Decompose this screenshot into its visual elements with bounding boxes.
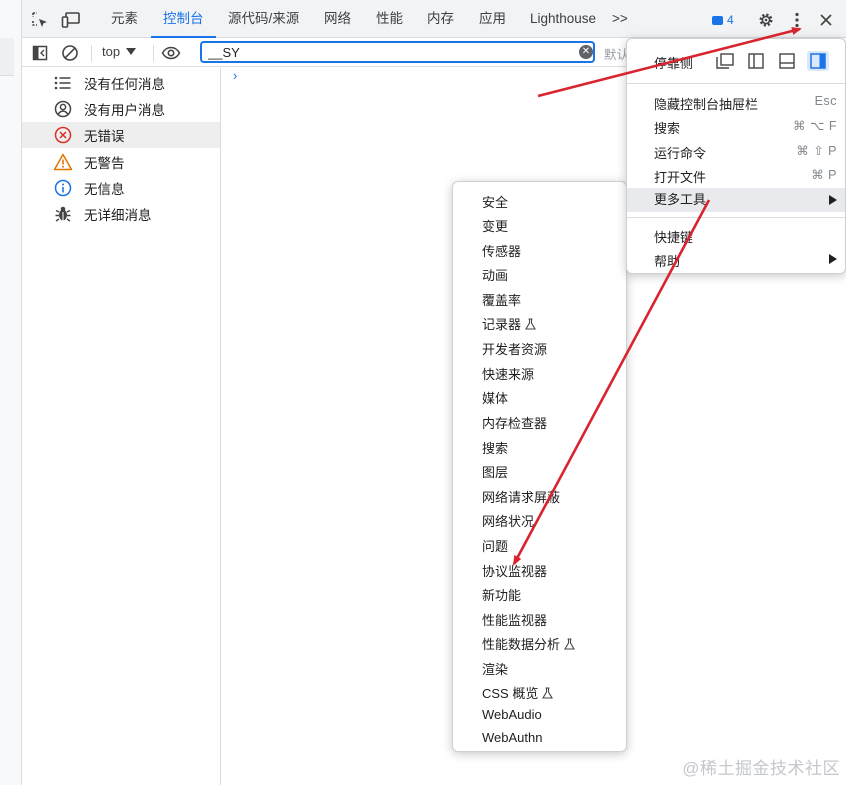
menu-item-help[interactable]: 帮助 <box>654 251 837 271</box>
user-circle-icon <box>53 99 73 119</box>
menu-item-changes[interactable]: 变更 <box>482 216 508 235</box>
issues-icon <box>712 15 723 25</box>
sidebar-item-label: 没有任何消息 <box>84 77 165 92</box>
error-icon <box>53 125 73 145</box>
issues-count: 4 <box>727 13 734 27</box>
menu-divider <box>627 83 845 84</box>
left-page-edge <box>0 0 22 785</box>
context-selector-value: top <box>102 44 121 59</box>
menu-item-quick-source[interactable]: 快速来源 <box>482 364 534 383</box>
menu-item-network-conditions[interactable]: 网络状况 <box>482 511 534 530</box>
dock-side-label: 停靠侧 <box>654 56 694 71</box>
issues-badge[interactable]: 4 <box>712 13 734 27</box>
kebab-menu-icon[interactable] <box>787 10 807 30</box>
shortcut-label: ⌘ P <box>811 168 837 182</box>
menu-item-recorder[interactable]: 记录器 <box>482 314 536 333</box>
tab-network[interactable]: 网络 <box>324 0 351 38</box>
menu-item-network-request-blocking[interactable]: 网络请求屏蔽 <box>482 487 560 506</box>
menu-item-performance-monitor[interactable]: 性能监视器 <box>482 610 547 629</box>
toolbar-divider <box>153 45 154 62</box>
menu-item-search[interactable]: 搜索 ⌘ ⌥ F <box>654 118 837 138</box>
tab-console[interactable]: 控制台 <box>151 0 215 38</box>
menu-item-sensors[interactable]: 传感器 <box>482 241 521 260</box>
tab-performance[interactable]: 性能 <box>376 0 403 38</box>
devtools-tabbar: 元素 控制台 源代码/来源 网络 性能 内存 应用 Lighthouse >> … <box>22 0 846 38</box>
tab-memory[interactable]: 内存 <box>427 0 454 38</box>
menu-item-layers[interactable]: 图层 <box>482 462 508 481</box>
sidebar-item-verbose[interactable]: 无详细消息 <box>22 201 220 227</box>
console-sidebar: 没有任何消息 没有用户消息 无错误 无警告 无信息 无详细消息 <box>22 68 221 785</box>
menu-item-webauthn[interactable]: WebAuthn <box>482 730 542 745</box>
menu-item-animations[interactable]: 动画 <box>482 265 508 284</box>
console-prompt[interactable]: › <box>233 68 237 83</box>
menu-item-webaudio[interactable]: WebAudio <box>482 707 542 722</box>
menu-divider <box>627 217 845 218</box>
experimental-flask-icon <box>564 637 575 650</box>
more-tabs-button[interactable]: >> <box>612 0 628 38</box>
menu-item-coverage[interactable]: 覆盖率 <box>482 290 521 309</box>
dock-bottom-icon[interactable] <box>776 51 798 71</box>
sidebar-item-label: 无信息 <box>84 182 125 197</box>
sidebar-toggle-icon[interactable] <box>30 43 50 63</box>
menu-item-css-overview[interactable]: CSS 概览 <box>482 683 554 702</box>
sidebar-item-warnings[interactable]: 无警告 <box>22 149 220 175</box>
sidebar-item-label: 没有用户消息 <box>84 103 165 118</box>
toolbar-divider <box>91 45 92 62</box>
menu-item-open-file[interactable]: 打开文件 ⌘ P <box>654 167 837 187</box>
customize-devtools-menu: 停靠侧 隐藏控制台抽屉栏 Esc 搜索 ⌘ ⌥ F 运行命令 ⌘ ⇧ P 打开文件 ⌘ … <box>626 38 846 274</box>
experimental-flask-icon <box>542 686 554 699</box>
tab-application[interactable]: 应用 <box>479 0 506 38</box>
sidebar-item-errors[interactable]: 无错误 <box>22 122 220 148</box>
shortcut-label: ⌘ ⇧ P <box>796 144 837 158</box>
info-icon <box>53 178 73 198</box>
menu-item-more-tools[interactable]: 更多工具 <box>627 188 845 212</box>
menu-item-media[interactable]: 媒体 <box>482 388 508 407</box>
tab-elements[interactable]: 元素 <box>111 0 138 38</box>
list-icon <box>53 73 73 93</box>
sidebar-item-info[interactable]: 无信息 <box>22 175 220 201</box>
page-edge-nub <box>0 38 14 76</box>
menu-item-whats-new[interactable]: 新功能 <box>482 585 521 604</box>
dock-left-icon[interactable] <box>745 51 767 71</box>
shortcut-label: ⌘ ⌥ F <box>793 119 837 133</box>
menu-item-hide-console-drawer[interactable]: 隐藏控制台抽屉栏 Esc <box>654 94 837 114</box>
tab-sources[interactable]: 源代码/来源 <box>228 0 299 38</box>
menu-item-security[interactable]: 安全 <box>482 192 508 211</box>
context-selector[interactable]: top <box>102 44 137 59</box>
submenu-arrow-icon <box>829 254 837 264</box>
sidebar-item-label: 无警告 <box>84 156 125 171</box>
warning-icon <box>53 152 73 172</box>
menu-item-issues[interactable]: 问题 <box>482 536 508 555</box>
undock-icon[interactable] <box>714 51 736 71</box>
menu-item-run-command[interactable]: 运行命令 ⌘ ⇧ P <box>654 143 837 163</box>
sidebar-item-label: 无详细消息 <box>84 208 152 223</box>
experimental-flask-icon <box>525 317 536 330</box>
device-toolbar-icon[interactable] <box>61 10 81 30</box>
menu-item-rendering[interactable]: 渲染 <box>482 659 508 678</box>
live-expression-eye-icon[interactable] <box>161 43 181 63</box>
sidebar-item-messages[interactable]: 没有任何消息 <box>22 70 220 96</box>
dock-right-icon[interactable] <box>807 51 829 71</box>
inspect-element-icon[interactable] <box>30 10 50 30</box>
bug-icon <box>53 204 73 224</box>
menu-item-search[interactable]: 搜索 <box>482 438 508 457</box>
clear-filter-icon[interactable]: ✕ <box>579 45 593 59</box>
menu-item-performance-insights[interactable]: 性能数据分析 <box>482 634 575 653</box>
chevron-down-icon <box>126 48 137 55</box>
more-tools-submenu: 安全 变更 传感器 动画 覆盖率 记录器 开发者资源 快速来源 媒体 内存检查器… <box>452 181 627 752</box>
sidebar-item-label: 无错误 <box>84 129 125 144</box>
menu-item-shortcuts[interactable]: 快捷键 <box>654 227 837 247</box>
filter-input[interactable] <box>200 41 595 63</box>
gear-icon[interactable] <box>756 10 776 30</box>
submenu-arrow-icon <box>829 195 837 205</box>
shortcut-label: Esc <box>814 94 837 108</box>
menu-item-developer-resources[interactable]: 开发者资源 <box>482 339 547 358</box>
watermark: @稀土掘金技术社区 <box>682 759 840 778</box>
close-icon[interactable] <box>816 10 836 30</box>
clear-console-icon[interactable] <box>60 43 80 63</box>
tab-lighthouse[interactable]: Lighthouse <box>530 0 596 38</box>
menu-item-memory-inspector[interactable]: 内存检查器 <box>482 413 547 432</box>
menu-item-protocol-monitor[interactable]: 协议监视器 <box>482 561 547 580</box>
sidebar-item-user-messages[interactable]: 没有用户消息 <box>22 96 220 122</box>
